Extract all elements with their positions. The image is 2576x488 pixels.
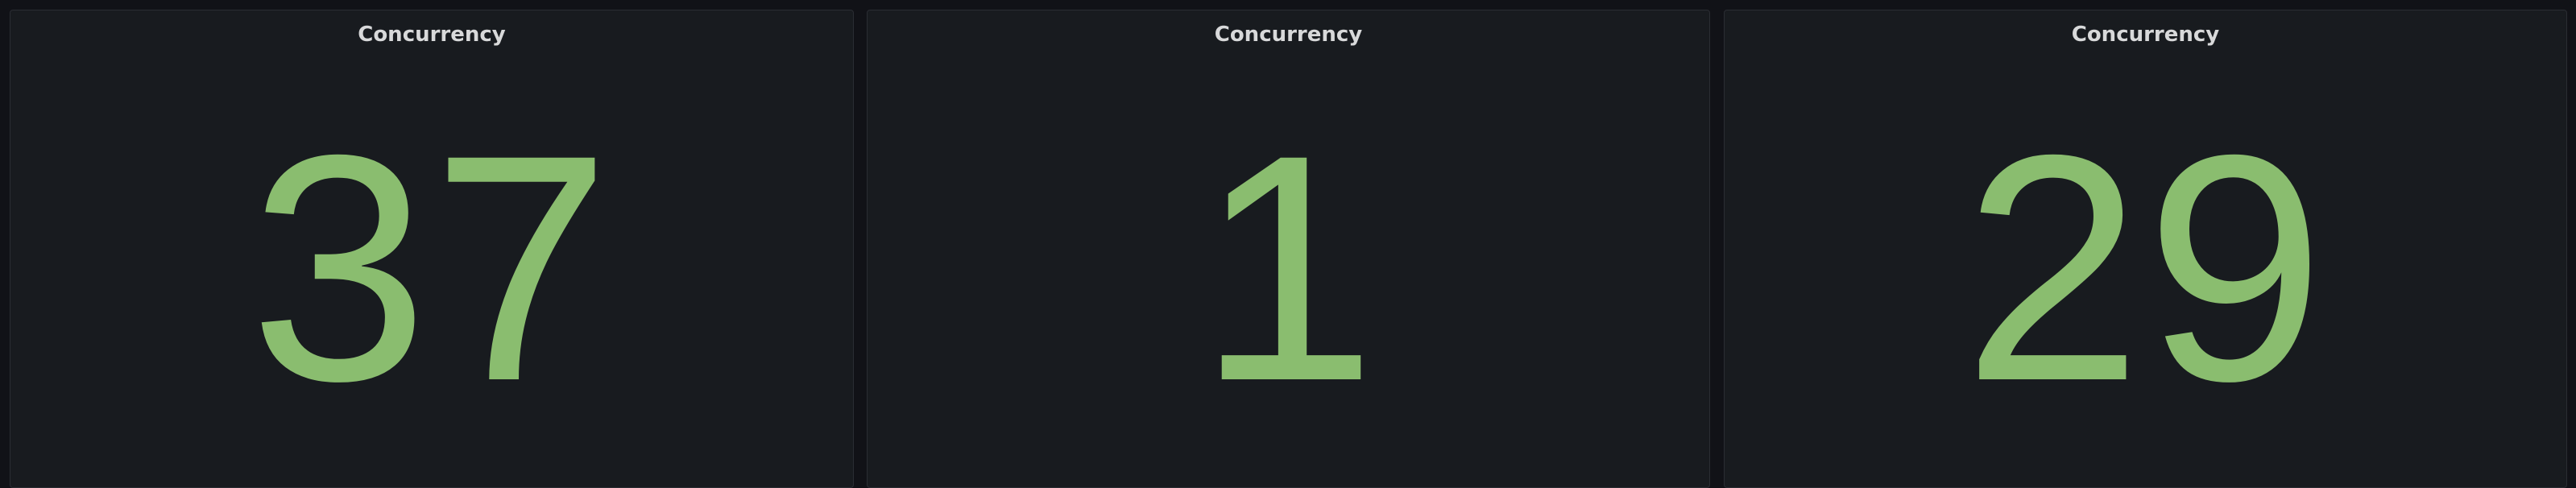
stat-panel-concurrency-3[interactable]: Concurrency 29 [1724, 10, 2567, 488]
stat-panel-concurrency-2[interactable]: Concurrency 1 [867, 10, 1710, 488]
panel-title[interactable]: Concurrency [1725, 22, 2566, 48]
panel-title[interactable]: Concurrency [868, 22, 1709, 48]
stat-value: 37 [249, 88, 615, 448]
stat-value: 1 [1197, 88, 1380, 448]
dashboard-panels: Concurrency 37 Concurrency 1 Concurrency… [0, 0, 2576, 488]
stat-value: 29 [1963, 88, 2328, 448]
stat-panel-concurrency-1[interactable]: Concurrency 37 [10, 10, 854, 488]
panel-title[interactable]: Concurrency [10, 22, 853, 48]
